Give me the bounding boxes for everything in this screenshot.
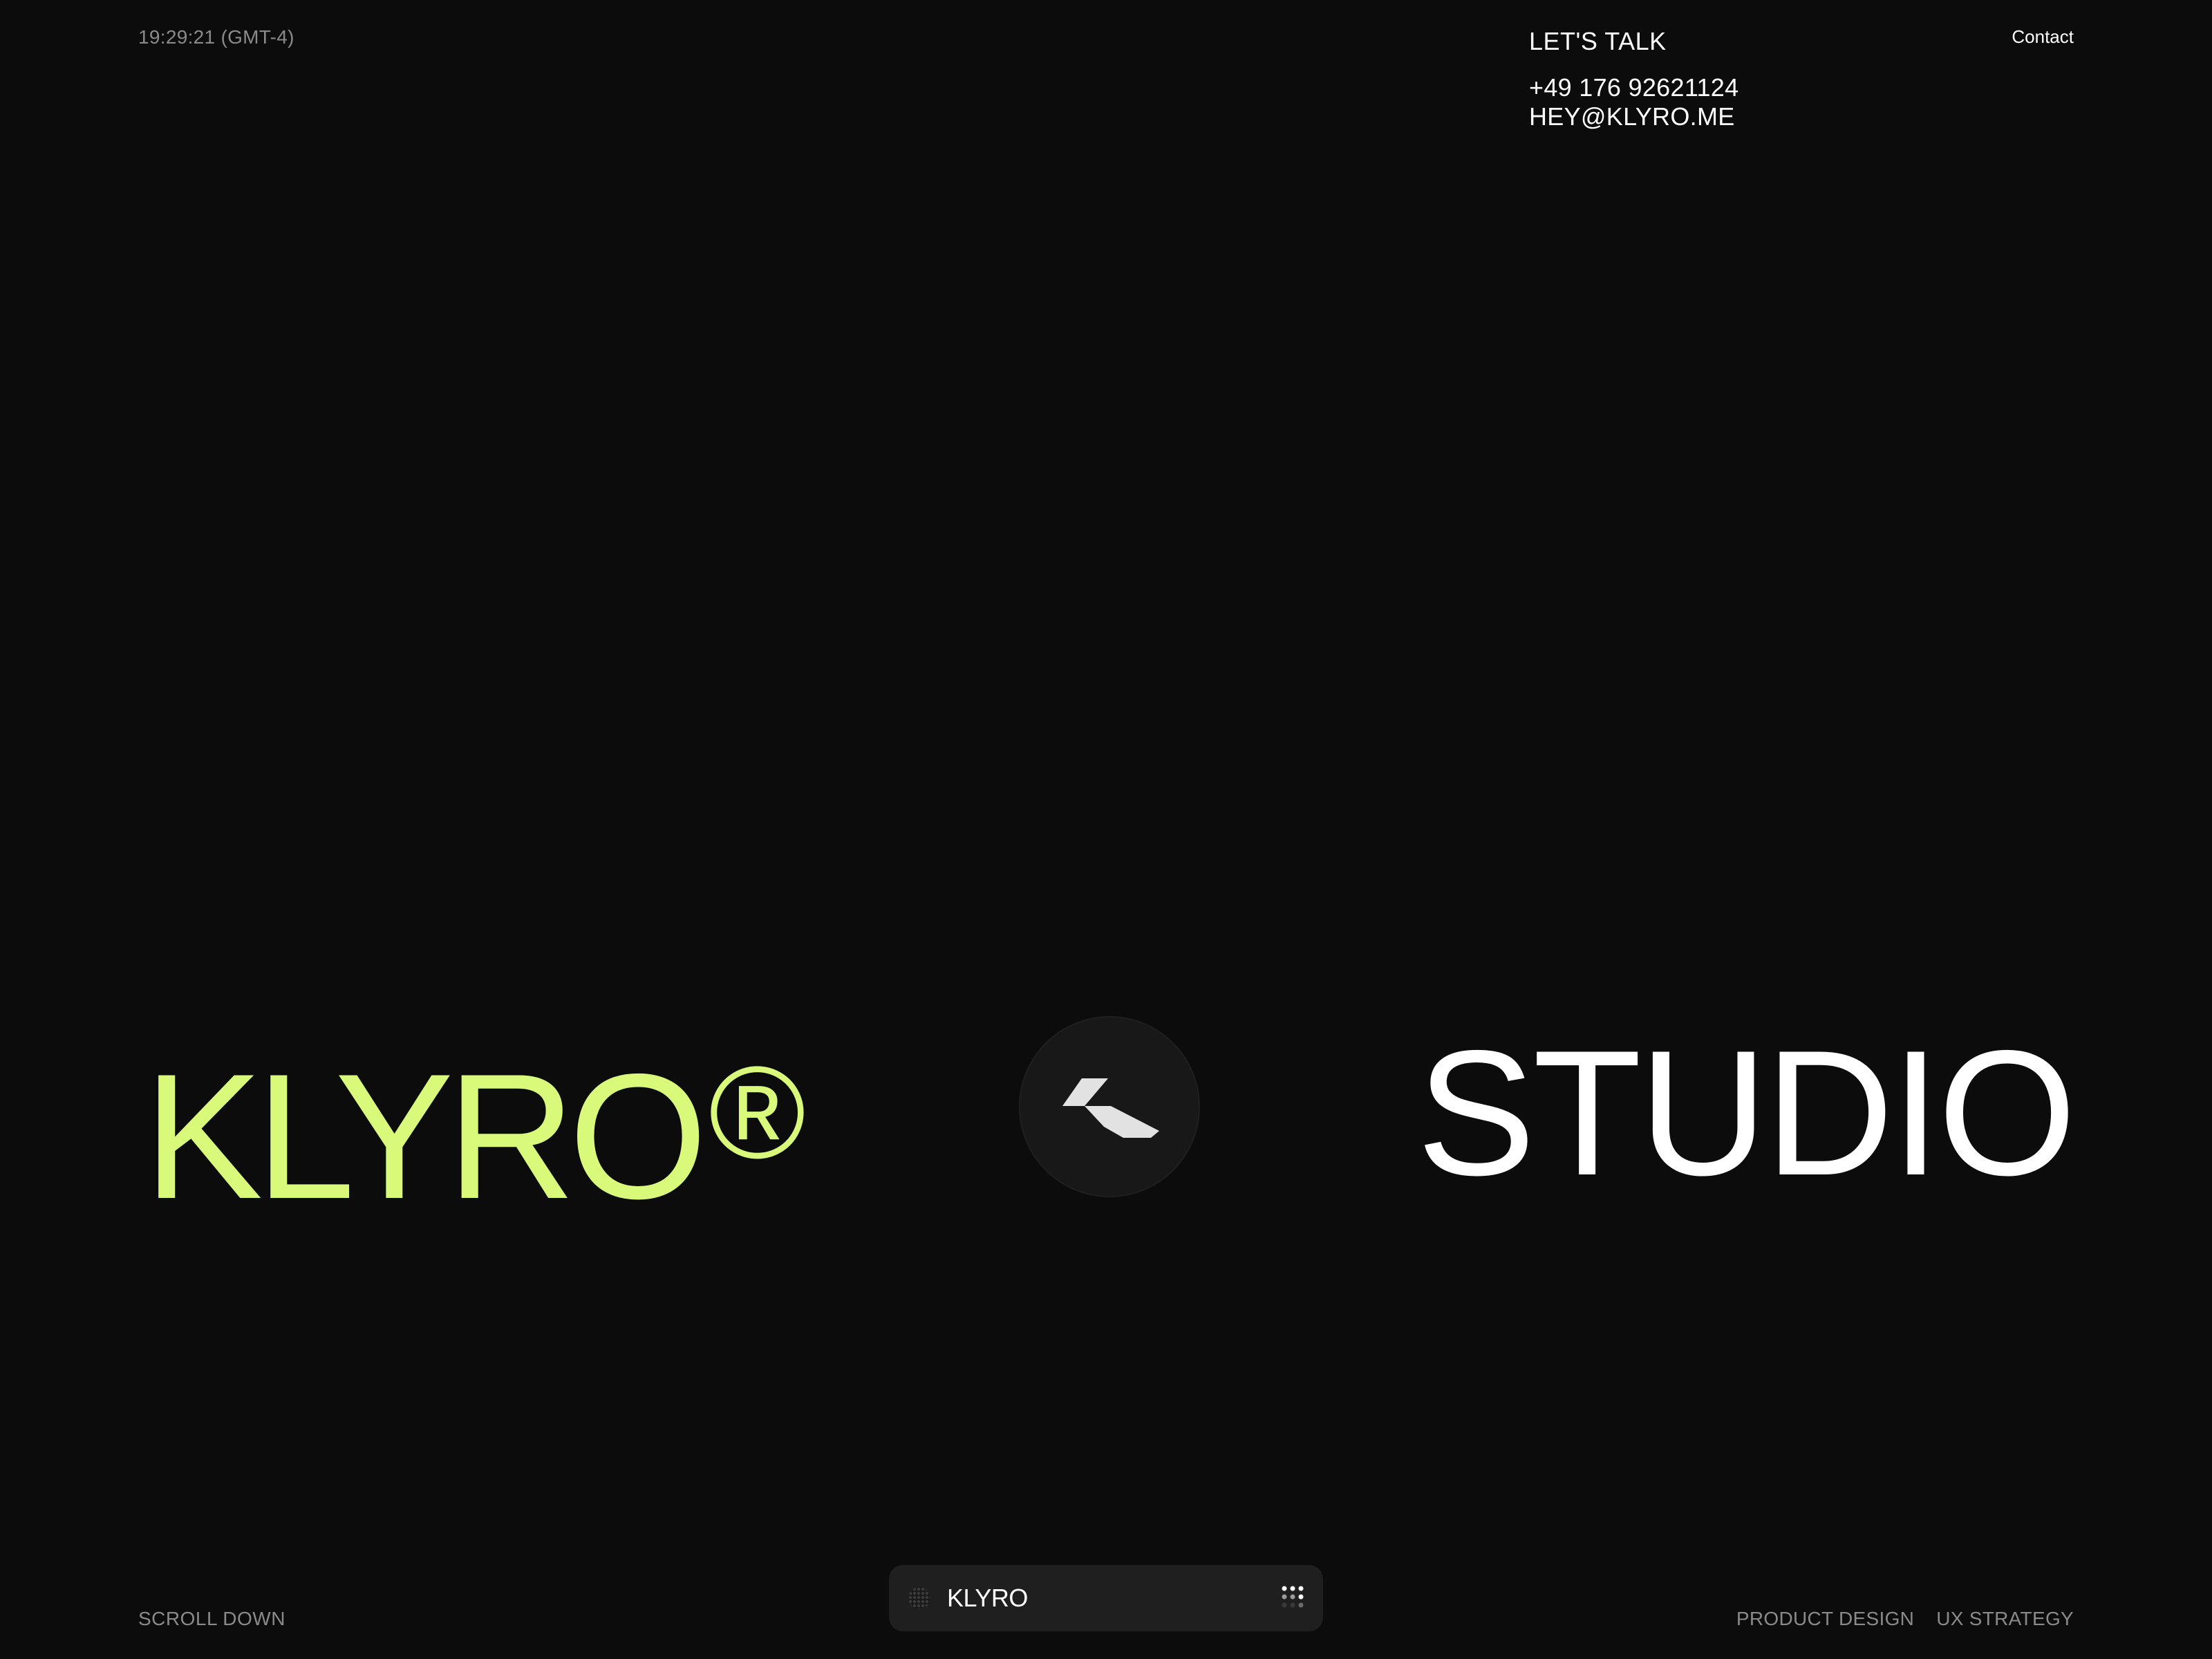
local-time: 19:29:21 (GMT-4) — [138, 26, 294, 48]
email-link[interactable]: HEY@KLYRO.ME — [1529, 102, 1738, 131]
hero-brand: KLYRO® — [144, 1023, 806, 1226]
klyro-logo-icon — [1062, 1078, 1159, 1138]
lets-talk-heading: LET'S TALK — [1529, 27, 1667, 55]
registered-mark: ® — [709, 1040, 806, 1186]
brand-name: KLYRO — [144, 1036, 708, 1236]
bottom-dock[interactable]: KLYRO — [889, 1565, 1323, 1631]
scroll-down-hint: SCROLL DOWN — [138, 1608, 285, 1629]
hero-studio-word: STUDIO — [1416, 1013, 2077, 1212]
service-item: PRODUCT DESIGN — [1736, 1608, 1915, 1629]
service-item: UX STRATEGY — [1936, 1608, 2074, 1629]
services-list: PRODUCT DESIGN UX STRATEGY — [1736, 1608, 2074, 1630]
grid-dots-menu-icon[interactable] — [1280, 1584, 1305, 1609]
center-logo-badge[interactable] — [1019, 1016, 1200, 1197]
contact-link[interactable]: Contact — [2012, 26, 2074, 48]
dock-label: KLYRO — [947, 1584, 1028, 1612]
lets-talk-block: LET'S TALK +49 176 92621124 HEY@KLYRO.ME — [1529, 25, 1738, 131]
dotted-circle-icon — [908, 1587, 930, 1609]
phone-link[interactable]: +49 176 92621124 — [1529, 73, 1738, 102]
